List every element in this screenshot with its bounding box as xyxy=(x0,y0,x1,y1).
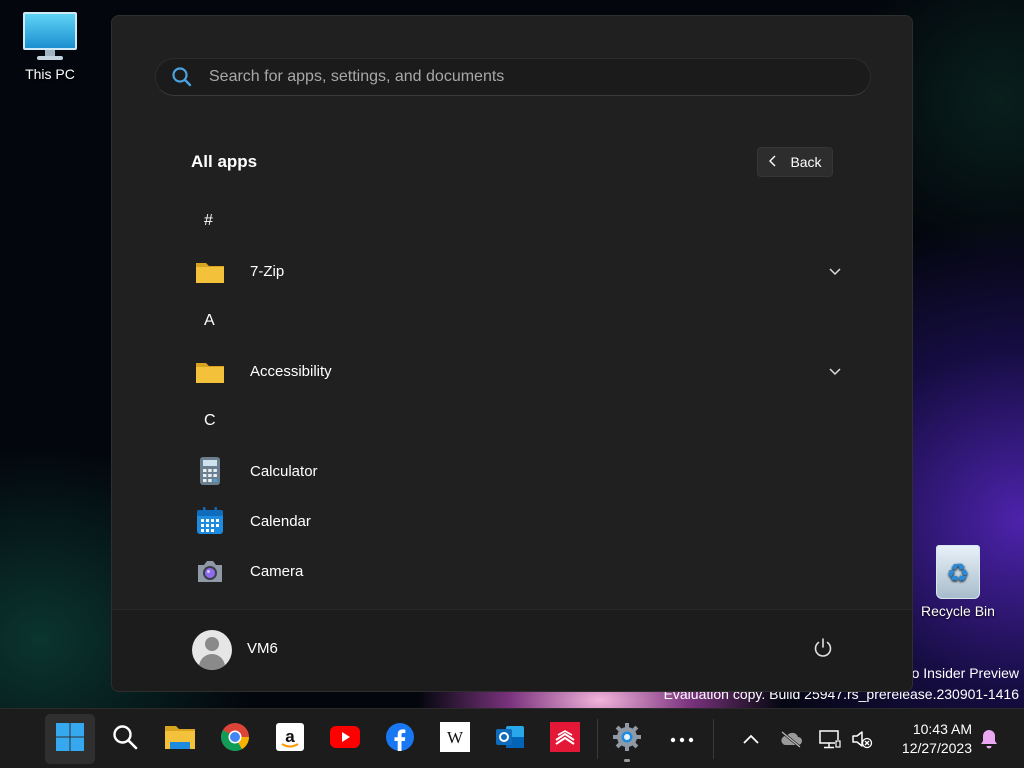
back-button-label: Back xyxy=(790,154,822,170)
avatar[interactable] xyxy=(192,630,232,670)
taskbar: a W 10:43 AM 12/27/2023 xyxy=(0,708,1024,768)
wikipedia-icon: W xyxy=(440,721,470,757)
taskbar-bank-of-america[interactable] xyxy=(540,714,590,764)
chevron-left-icon xyxy=(768,154,778,170)
settings-icon xyxy=(612,722,642,757)
recycle-bin-icon: ♻ xyxy=(936,545,980,599)
search-input[interactable] xyxy=(209,68,809,86)
chevron-up-icon[interactable] xyxy=(739,727,763,751)
app-list: # 7-Zip A Accessibility C Calculator Cal… xyxy=(183,196,845,612)
clock-time: 10:43 AM xyxy=(912,721,972,737)
bank-of-america-icon xyxy=(550,721,580,757)
app-name: Camera xyxy=(250,562,304,580)
list-item-calendar[interactable]: Calendar xyxy=(183,496,845,546)
taskbar-more-button[interactable] xyxy=(657,714,707,764)
calculator-icon xyxy=(195,456,225,486)
section-letter: A xyxy=(204,312,215,329)
section-letter: C xyxy=(204,412,216,429)
facebook-icon xyxy=(385,722,415,757)
app-name: 7-Zip xyxy=(250,262,285,280)
section-header[interactable]: # xyxy=(183,196,845,246)
outlook-icon xyxy=(495,722,525,757)
search-box[interactable] xyxy=(155,58,871,96)
svg-text:a: a xyxy=(285,727,295,746)
network-icon[interactable] xyxy=(818,727,842,751)
taskbar-chrome[interactable] xyxy=(210,714,260,764)
chevron-down-icon[interactable] xyxy=(825,261,845,281)
desktop-icon-this-pc[interactable]: This PC xyxy=(10,12,90,82)
youtube-icon xyxy=(329,725,361,754)
chrome-icon xyxy=(220,722,250,757)
taskbar-youtube[interactable] xyxy=(320,714,370,764)
clock-date: 12/27/2023 xyxy=(901,740,972,756)
back-button[interactable]: Back xyxy=(757,147,833,177)
cloud-offline-icon[interactable] xyxy=(779,727,803,751)
taskbar-file-explorer[interactable] xyxy=(155,714,205,764)
monitor-icon xyxy=(23,12,77,62)
app-name: Calculator xyxy=(250,462,318,480)
taskbar-settings[interactable] xyxy=(602,714,652,764)
desktop-icon-recycle-bin[interactable]: ♻ Recycle Bin xyxy=(918,545,998,619)
notification-bell-icon[interactable] xyxy=(977,727,1001,751)
start-menu-footer: VM6 xyxy=(112,609,912,691)
folder-icon xyxy=(195,256,225,286)
volume-muted-icon[interactable] xyxy=(850,727,874,751)
windows-logo-icon xyxy=(55,722,85,757)
list-item-camera[interactable]: Camera xyxy=(183,546,845,596)
user-name[interactable]: VM6 xyxy=(247,640,278,657)
taskbar-outlook[interactable] xyxy=(485,714,535,764)
taskbar-facebook[interactable] xyxy=(375,714,425,764)
desktop-icon-label: Recycle Bin xyxy=(921,603,995,619)
section-letter: # xyxy=(204,212,213,229)
taskbar-separator xyxy=(713,719,714,759)
taskbar-wikipedia[interactable]: W xyxy=(430,714,480,764)
file-explorer-icon xyxy=(164,722,196,757)
watermark-line-1: o Insider Preview xyxy=(911,665,1019,681)
start-button[interactable] xyxy=(45,714,95,764)
calendar-icon xyxy=(195,506,225,536)
search-icon xyxy=(171,66,193,88)
start-menu: All apps Back # 7-Zip A xyxy=(111,15,913,692)
running-indicator xyxy=(624,759,630,762)
more-icon xyxy=(670,730,694,748)
system-clock[interactable]: 10:43 AM 12/27/2023 xyxy=(882,720,972,758)
taskbar-search-button[interactable] xyxy=(100,714,150,764)
svg-text:W: W xyxy=(447,728,464,747)
chevron-down-icon[interactable] xyxy=(825,361,845,381)
folder-icon xyxy=(195,356,225,386)
amazon-icon: a xyxy=(275,722,305,757)
taskbar-separator xyxy=(597,719,598,759)
list-item-accessibility[interactable]: Accessibility xyxy=(183,346,845,396)
power-icon[interactable] xyxy=(812,637,834,659)
list-item-7-zip[interactable]: 7-Zip xyxy=(183,246,845,296)
all-apps-title: All apps xyxy=(191,152,258,171)
taskbar-amazon[interactable]: a xyxy=(265,714,315,764)
desktop-icon-label: This PC xyxy=(25,66,75,82)
app-name: Calendar xyxy=(250,512,311,530)
section-header[interactable]: C xyxy=(183,396,845,446)
search-icon xyxy=(111,723,139,756)
camera-icon xyxy=(195,556,225,586)
app-name: Accessibility xyxy=(250,362,332,380)
section-header[interactable]: A xyxy=(183,296,845,346)
list-item-calculator[interactable]: Calculator xyxy=(183,446,845,496)
